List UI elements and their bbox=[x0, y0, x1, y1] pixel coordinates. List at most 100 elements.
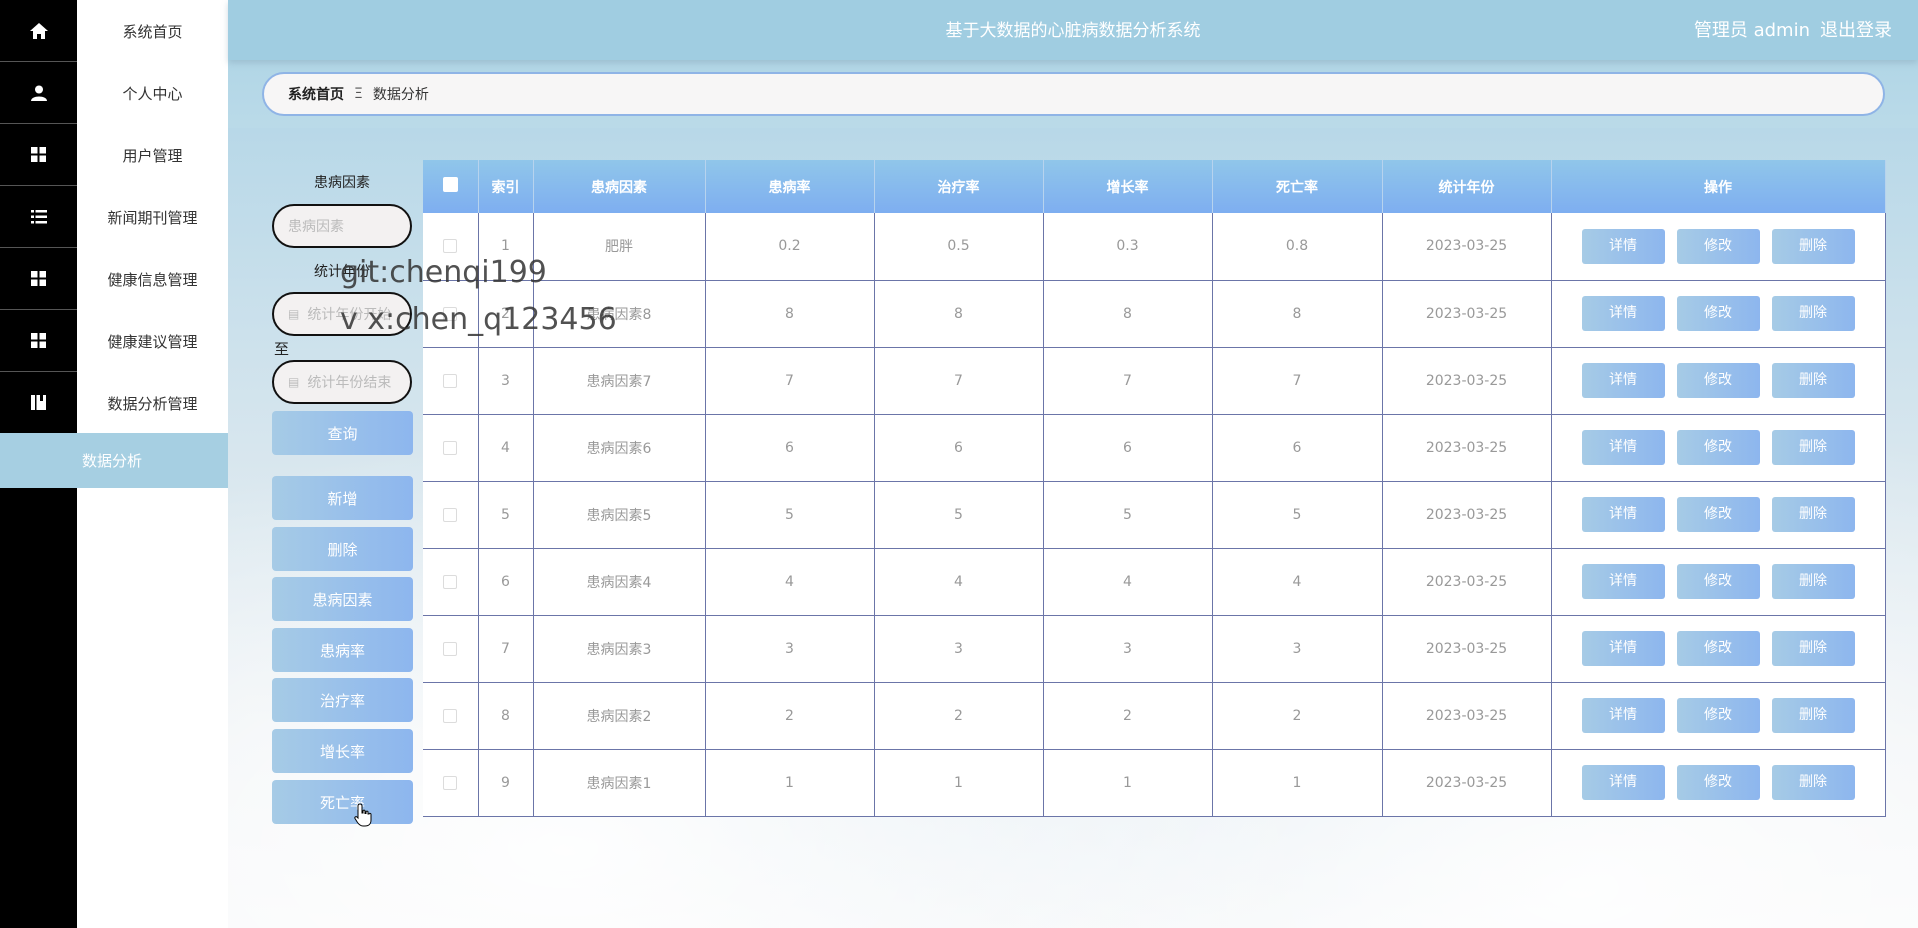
edit-button[interactable]: 修改 bbox=[1676, 228, 1760, 264]
batch-delete-button[interactable]: 删除 bbox=[272, 527, 413, 571]
table-row: 7 患病因素3 3 3 3 3 2023-03-25 详情 修改 删除 bbox=[423, 615, 1886, 683]
checkbox[interactable] bbox=[443, 373, 458, 388]
checkbox[interactable] bbox=[443, 775, 458, 790]
checkbox[interactable] bbox=[443, 239, 458, 254]
cell-death: 8 bbox=[1212, 280, 1383, 348]
cell-index: 8 bbox=[478, 682, 534, 750]
delete-button[interactable]: 删除 bbox=[1771, 564, 1855, 599]
cell-year: 2023-03-25 bbox=[1382, 481, 1552, 549]
edit-button[interactable]: 修改 bbox=[1676, 430, 1760, 465]
edit-button[interactable]: 修改 bbox=[1676, 497, 1760, 532]
cell-year: 2023-03-25 bbox=[1382, 749, 1552, 817]
delete-button[interactable]: 删除 bbox=[1771, 698, 1855, 733]
select-all-checkbox[interactable] bbox=[423, 160, 479, 213]
edit-button[interactable]: 修改 bbox=[1676, 296, 1760, 331]
delete-button[interactable]: 删除 bbox=[1771, 363, 1855, 398]
book-icon[interactable] bbox=[0, 372, 77, 434]
detail-button[interactable]: 详情 bbox=[1581, 765, 1665, 800]
logout-link[interactable]: 退出登录 bbox=[1820, 16, 1892, 42]
delete-button[interactable]: 删除 bbox=[1771, 228, 1855, 264]
sidebar-item-home[interactable]: 系统首页 bbox=[77, 0, 228, 62]
checkbox[interactable] bbox=[443, 708, 458, 723]
delete-button[interactable]: 删除 bbox=[1771, 497, 1855, 532]
checkbox[interactable] bbox=[443, 507, 458, 522]
list-icon[interactable] bbox=[0, 186, 77, 248]
chart-factor-button[interactable]: 患病因素 bbox=[272, 577, 413, 621]
sidebar-subitem-data-analysis[interactable]: 数据分析 bbox=[0, 433, 228, 488]
breadcrumb-separator: Ξ bbox=[354, 86, 363, 102]
checkbox[interactable] bbox=[443, 440, 458, 455]
edit-button[interactable]: 修改 bbox=[1676, 698, 1760, 733]
delete-button[interactable]: 删除 bbox=[1771, 765, 1855, 800]
chart-death-button[interactable]: 死亡率 bbox=[272, 780, 413, 824]
cell-factor: 患病因素5 bbox=[533, 481, 706, 549]
cell-growth: 1 bbox=[1043, 749, 1213, 817]
row-checkbox[interactable] bbox=[423, 481, 479, 549]
cell-rate: 5 bbox=[705, 481, 875, 549]
sidebar-item-health-info[interactable]: 健康信息管理 bbox=[77, 248, 228, 310]
sidebar-item-profile[interactable]: 个人中心 bbox=[77, 62, 228, 124]
grid-icon[interactable] bbox=[0, 124, 77, 186]
delete-button[interactable]: 删除 bbox=[1771, 631, 1855, 666]
detail-button[interactable]: 详情 bbox=[1581, 698, 1665, 733]
cell-actions: 详情 修改 删除 bbox=[1551, 213, 1886, 281]
sidebar-item-news[interactable]: 新闻期刊管理 bbox=[77, 186, 228, 248]
to-label: 至 bbox=[274, 340, 290, 358]
edit-button[interactable]: 修改 bbox=[1676, 765, 1760, 800]
chart-treat-button[interactable]: 治疗率 bbox=[272, 678, 413, 722]
cell-death: 4 bbox=[1212, 548, 1383, 616]
detail-button[interactable]: 详情 bbox=[1581, 497, 1665, 532]
table-row: 5 患病因素5 5 5 5 5 2023-03-25 详情 修改 删除 bbox=[423, 481, 1886, 549]
column-header: 治疗率 bbox=[874, 160, 1044, 213]
row-checkbox[interactable] bbox=[423, 615, 479, 683]
row-checkbox[interactable] bbox=[423, 749, 479, 817]
add-button[interactable]: 新增 bbox=[272, 476, 413, 520]
factor-input[interactable]: 患病因素 bbox=[272, 204, 412, 248]
edit-button[interactable]: 修改 bbox=[1676, 363, 1760, 398]
chart-growth-button[interactable]: 增长率 bbox=[272, 729, 413, 773]
grid-icon[interactable] bbox=[0, 310, 77, 372]
cell-rate: 2 bbox=[705, 682, 875, 750]
cell-treat: 8 bbox=[874, 280, 1044, 348]
admin-label: 管理员 admin bbox=[1693, 20, 1810, 41]
hand-cursor-icon bbox=[354, 803, 372, 831]
row-checkbox[interactable] bbox=[423, 347, 479, 415]
delete-button[interactable]: 删除 bbox=[1771, 296, 1855, 331]
cell-actions: 详情 修改 删除 bbox=[1551, 615, 1886, 683]
breadcrumb-home[interactable]: 系统首页 bbox=[288, 84, 344, 104]
cell-growth: 2 bbox=[1043, 682, 1213, 750]
cell-actions: 详情 修改 删除 bbox=[1551, 414, 1886, 482]
detail-button[interactable]: 详情 bbox=[1581, 296, 1665, 331]
chart-rate-button[interactable]: 患病率 bbox=[272, 628, 413, 672]
checkbox[interactable] bbox=[443, 641, 458, 656]
cell-rate: 7 bbox=[705, 347, 875, 415]
sidebar-item-data-analysis[interactable]: 数据分析管理 bbox=[77, 372, 228, 434]
query-button[interactable]: 查询 bbox=[272, 411, 413, 455]
sidebar-item-health-advice[interactable]: 健康建议管理 bbox=[77, 310, 228, 372]
edit-button[interactable]: 修改 bbox=[1676, 564, 1760, 599]
sidebar-item-users[interactable]: 用户管理 bbox=[77, 124, 228, 186]
table-row: 3 患病因素7 7 7 7 7 2023-03-25 详情 修改 删除 bbox=[423, 347, 1886, 415]
user-icon[interactable] bbox=[0, 62, 77, 124]
row-checkbox[interactable] bbox=[423, 682, 479, 750]
cell-actions: 详情 修改 删除 bbox=[1551, 347, 1886, 415]
edit-button[interactable]: 修改 bbox=[1676, 631, 1760, 666]
cell-factor: 患病因素1 bbox=[533, 749, 706, 817]
cell-index: 5 bbox=[478, 481, 534, 549]
cell-rate: 3 bbox=[705, 615, 875, 683]
watermark-line-2: v x:chen_q123456 bbox=[340, 302, 617, 337]
grid-icon[interactable] bbox=[0, 248, 77, 310]
row-checkbox[interactable] bbox=[423, 548, 479, 616]
detail-button[interactable]: 详情 bbox=[1581, 430, 1665, 465]
year-end-input[interactable]: ▤ 统计年份结束 bbox=[272, 360, 412, 404]
row-checkbox[interactable] bbox=[423, 414, 479, 482]
detail-button[interactable]: 详情 bbox=[1581, 631, 1665, 666]
cell-death: 2 bbox=[1212, 682, 1383, 750]
home-icon[interactable] bbox=[0, 0, 77, 62]
delete-button[interactable]: 删除 bbox=[1771, 430, 1855, 465]
checkbox[interactable] bbox=[443, 574, 458, 589]
detail-button[interactable]: 详情 bbox=[1581, 228, 1665, 264]
cell-growth: 5 bbox=[1043, 481, 1213, 549]
detail-button[interactable]: 详情 bbox=[1581, 363, 1665, 398]
detail-button[interactable]: 详情 bbox=[1581, 564, 1665, 599]
